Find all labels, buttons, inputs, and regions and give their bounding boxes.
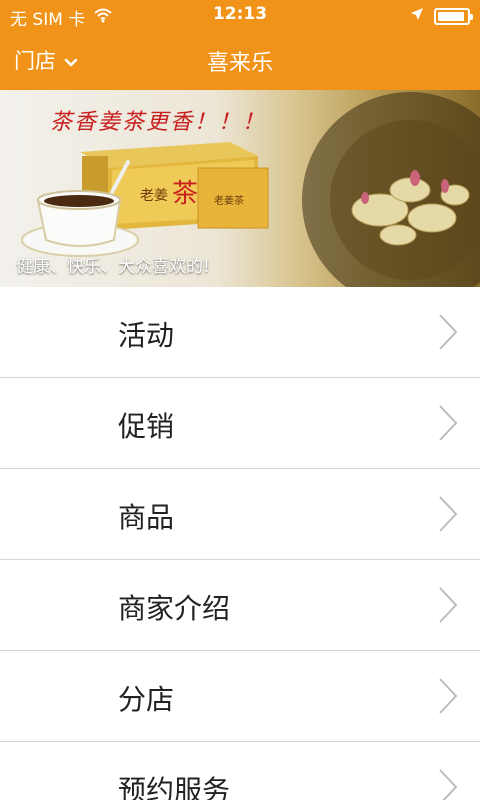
svg-text:茶: 茶 — [172, 179, 198, 209]
status-bar: 无 SIM 卡 12:13 — [0, 0, 480, 30]
menu-item-label: 活动 — [118, 319, 175, 352]
chevron-right-icon — [438, 313, 458, 355]
menu-item-reservation[interactable]: 预约服务 — [0, 742, 480, 800]
location-arrow-icon — [410, 6, 424, 26]
menu-item-merchant-intro[interactable]: 商家介绍 — [0, 560, 480, 651]
status-time: 12:13 — [212, 4, 268, 24]
menu-item-branches[interactable]: 分店 — [0, 651, 480, 742]
menu-item-label: 商家介绍 — [118, 592, 231, 625]
battery-icon — [434, 7, 473, 25]
battery-level — [438, 11, 464, 21]
menu-item-label: 促销 — [118, 410, 175, 443]
chevron-right-icon — [438, 677, 458, 719]
menu-item-label: 分店 — [118, 683, 175, 716]
svg-text:老姜茶: 老姜茶 — [214, 194, 244, 207]
page-title: 喜来乐 — [206, 51, 273, 76]
svg-text:老姜: 老姜 — [140, 188, 168, 204]
menu-list: 活动 促销 商品 商家介绍 分店 预约服务 — [0, 287, 480, 800]
status-right — [410, 6, 473, 26]
promo-banner[interactable]: 老姜 茶 老姜茶 茶香姜茶更香！！！ 健康、快乐、大众喜欢的! — [0, 90, 480, 287]
chevron-right-icon — [438, 404, 458, 446]
menu-item-label: 预约服务 — [118, 774, 231, 800]
banner-headline: 茶香姜茶更香！！！ — [50, 110, 267, 135]
nav-bar: 门店 喜来乐 — [0, 30, 480, 90]
menu-item-products[interactable]: 商品 — [0, 469, 480, 560]
app-screen: 无 SIM 卡 12:13 门店 喜来乐 老姜 茶 老姜茶 茶香姜茶更香！！！ … — [0, 0, 480, 800]
menu-item-activities[interactable]: 活动 — [0, 287, 480, 378]
menu-item-label: 商品 — [118, 501, 175, 534]
banner-caption: 健康、快乐、大众喜欢的! — [16, 257, 210, 277]
chevron-right-icon — [438, 586, 458, 628]
chevron-right-icon — [438, 495, 458, 537]
menu-item-promotions[interactable]: 促销 — [0, 378, 480, 469]
chevron-right-icon — [438, 768, 458, 800]
